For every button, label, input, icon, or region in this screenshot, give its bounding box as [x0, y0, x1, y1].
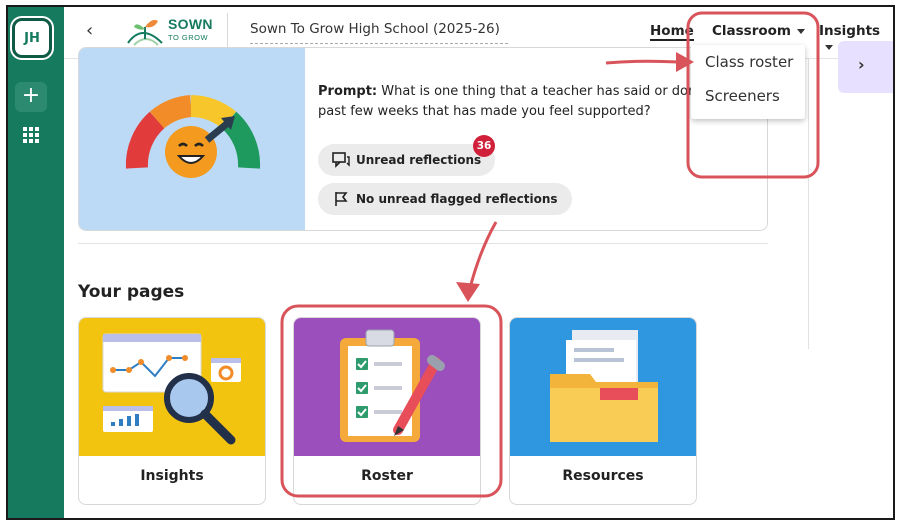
chevron-down-icon [797, 28, 805, 34]
add-button[interactable]: + [15, 82, 47, 112]
folder-documents-icon [550, 330, 658, 442]
chevron-icon: › [858, 55, 865, 74]
flagged-reflections-label: No unread flagged reflections [356, 192, 558, 206]
nav-insights-label: Insights [819, 23, 881, 39]
roster-page-card[interactable]: Roster [293, 317, 481, 505]
app-window: JH + ‹ SOWN TO GROW Sown To Grow High Sc… [6, 5, 895, 520]
avatar[interactable]: JH [12, 18, 52, 58]
chevron-down-icon [825, 44, 833, 50]
prompt-card: Prompt: What is one thing that a teacher… [78, 47, 768, 231]
section-divider [78, 243, 768, 244]
side-panel-card[interactable]: › [838, 41, 893, 93]
magnifier-chart-icon [102, 333, 241, 445]
mood-gauge-illustration [79, 48, 305, 230]
prompt-label: Prompt: [318, 84, 378, 99]
resources-page-card[interactable]: Resources [509, 317, 697, 505]
classroom-dropdown-menu: Class roster Screeners [691, 45, 805, 119]
back-button[interactable]: ‹ [86, 20, 93, 41]
resources-card-label: Resources [562, 468, 644, 484]
nav-classroom[interactable]: Classroom [712, 23, 805, 39]
menu-item-screeners[interactable]: Screeners [705, 87, 780, 105]
insights-illustration [79, 318, 265, 456]
gauge-smiley-icon [125, 95, 261, 178]
clipboard-checklist-icon [340, 329, 445, 442]
logo-text: SOWN [168, 16, 213, 32]
school-selector[interactable]: Sown To Grow High School (2025-26) [250, 21, 508, 44]
flag-icon [335, 192, 348, 206]
nav-classroom-label: Classroom [712, 23, 791, 39]
flagged-reflections-button[interactable]: No unread flagged reflections [318, 183, 572, 215]
header-divider [227, 13, 228, 49]
left-rail: JH + [8, 7, 64, 518]
logo-subtext: TO GROW [168, 33, 209, 42]
unread-reflections-button[interactable]: Unread reflections [318, 144, 496, 176]
resources-illustration [510, 318, 696, 456]
insights-card-label: Insights [140, 468, 204, 484]
chat-icon [332, 152, 350, 168]
insights-page-card[interactable]: Insights [78, 317, 266, 505]
nav-home[interactable]: Home [650, 23, 694, 41]
column-divider [808, 59, 809, 349]
unread-count-badge: 36 [473, 135, 495, 157]
your-pages-title: Your pages [78, 282, 185, 302]
menu-item-class-roster[interactable]: Class roster [705, 53, 793, 71]
prompt-line-2: past few weeks that has made you feel su… [318, 104, 651, 119]
unread-reflections-label: Unread reflections [356, 153, 482, 167]
roster-illustration [294, 318, 480, 456]
grid-icon[interactable] [23, 127, 39, 143]
roster-card-label: Roster [361, 468, 413, 484]
